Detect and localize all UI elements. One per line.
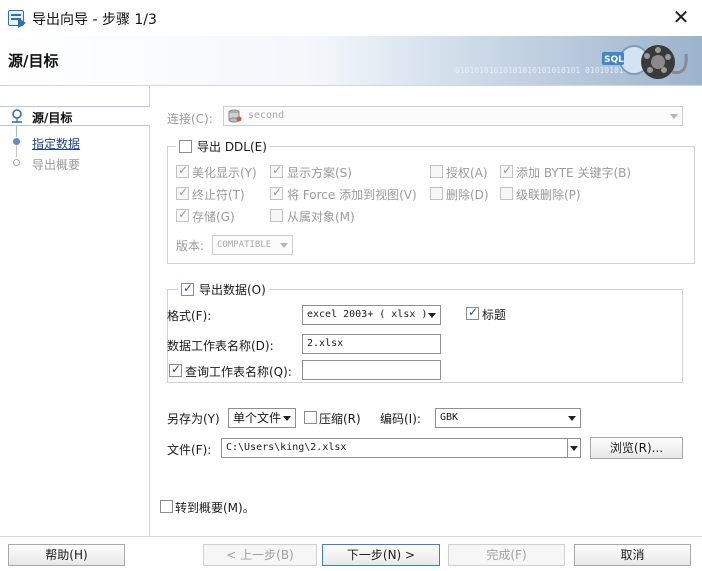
data-sheet-name-value: 2.xlsx [307, 338, 344, 349]
dropdown-arrow-icon [568, 416, 576, 421]
storage-label: 存储(G) [192, 210, 235, 224]
help-button[interactable]: 帮助(H) [8, 544, 125, 566]
nav-item-specify-data[interactable]: 指定数据 [32, 135, 80, 152]
save-as-label: 另存为(Y) [167, 412, 220, 426]
query-sheet-name-input[interactable] [302, 360, 441, 380]
export-ddl-label: 导出 DDL(E) [197, 140, 267, 154]
header-banner: 源/目标 01010101010101010101010101 01010101… [0, 36, 702, 86]
force-to-views-checkbox [270, 185, 283, 200]
terminator-label: 终止符(T) [192, 188, 245, 202]
step-dot-icon [13, 138, 20, 145]
export-data-checkbox[interactable] [181, 281, 194, 296]
finish-button[interactable]: 完成(F) [448, 544, 565, 566]
version-select: COMPATIBLE [212, 235, 293, 255]
goto-summary-label: 转到概要(M)。 [175, 501, 255, 515]
file-path-value: C:\Users\king\2.xlsx [226, 442, 347, 453]
nav-connector [16, 125, 17, 137]
query-sheet-name-label: 查询工作表名称(Q): [185, 365, 292, 379]
encoding-label: 编码(I): [380, 412, 421, 426]
file-history-dropdown[interactable] [567, 438, 581, 458]
version-value: COMPATIBLE [217, 240, 272, 250]
grants-label: 授权(A) [446, 166, 488, 180]
dropdown-arrow-icon [428, 313, 436, 318]
byte-keyword-label: 添加 BYTE 关键字(B) [516, 166, 632, 180]
cascade-drop-checkbox [500, 187, 513, 200]
title-bar: 导出向导 - 步骤 1/3 ✕ [0, 0, 702, 36]
export-wizard-icon [8, 10, 26, 28]
dropdown-arrow-icon [570, 446, 578, 451]
force-to-views-label: 将 Force 添加到视图(V) [287, 188, 417, 202]
sql-export-graphic-icon: SQL [602, 45, 688, 79]
footer-divider [0, 536, 702, 537]
encoding-select[interactable]: GBK [435, 408, 581, 428]
dropdown-arrow-icon [283, 416, 291, 421]
export-ddl-checkbox[interactable] [179, 140, 192, 153]
ddl-group-header: 导出 DDL(E) [176, 138, 270, 154]
compress-checkbox[interactable] [304, 411, 317, 424]
grants-checkbox [430, 165, 443, 178]
byte-keyword-checkbox [500, 163, 513, 178]
cancel-button[interactable]: 取消 [574, 544, 691, 566]
version-label: 版本: [176, 239, 205, 253]
wizard-steps-nav: 源/目标 指定数据 导出概要 [0, 86, 150, 536]
next-button[interactable]: 下一步(N) > [322, 544, 440, 566]
pretty-print-label: 美化显示(Y) [192, 166, 257, 180]
show-schema-checkbox [270, 163, 283, 178]
close-icon[interactable]: ✕ [668, 4, 694, 30]
file-path-input[interactable]: C:\Users\king\2.xlsx [221, 438, 568, 458]
export-data-label: 导出数据(O) [199, 283, 266, 297]
encoding-value: GBK [440, 412, 459, 423]
data-sheet-name-label: 数据工作表名称(D): [167, 339, 274, 353]
terminator-checkbox [176, 185, 189, 200]
dropdown-arrow-icon [280, 243, 288, 248]
sql-graphic-label: SQL [604, 55, 624, 65]
nav-item-source-target[interactable]: 源/目标 [32, 109, 72, 126]
save-as-select[interactable]: 单个文件 [228, 408, 296, 428]
file-label: 文件(F): [167, 443, 212, 457]
back-button[interactable]: < 上一步(B) [203, 544, 317, 566]
show-schema-label: 显示方案(S) [287, 166, 352, 180]
save-as-value: 单个文件 [233, 411, 282, 425]
header-checkbox[interactable] [466, 305, 479, 320]
data-sheet-name-input[interactable]: 2.xlsx [302, 334, 441, 354]
connection-value: second [248, 110, 285, 121]
dependent-objects-checkbox [270, 209, 283, 222]
dropdown-arrow-icon [670, 114, 678, 119]
compress-label: 压缩(R) [319, 412, 361, 426]
current-step-magnifier-icon [12, 109, 22, 123]
pretty-print-checkbox [176, 163, 189, 178]
drop-checkbox [430, 187, 443, 200]
connection-label: 连接(C): [167, 112, 213, 126]
query-sheet-name-checkbox[interactable] [169, 362, 182, 377]
window-title: 导出向导 - 步骤 1/3 [32, 12, 157, 28]
database-connection-icon [228, 109, 242, 123]
nav-connector [16, 145, 17, 157]
nav-item-export-summary: 导出概要 [32, 158, 81, 172]
browse-button[interactable]: 浏览(R)... [590, 437, 683, 459]
cascade-drop-label: 级联删除(P) [516, 188, 581, 202]
export-data-group-header: 导出数据(O) [178, 281, 269, 297]
header-label: 标题 [482, 308, 507, 322]
dependent-objects-label: 从属对象(M) [287, 210, 355, 224]
connection-select[interactable]: second [223, 106, 683, 126]
format-label: 格式(F): [167, 309, 212, 323]
page-title: 源/目标 [8, 52, 59, 70]
format-select[interactable]: excel 2003+ ( xlsx ) [302, 305, 441, 325]
storage-checkbox [176, 207, 189, 222]
format-value: excel 2003+ ( xlsx ) [307, 309, 428, 320]
step-dot-icon [13, 159, 20, 166]
drop-label: 删除(D) [446, 188, 489, 202]
goto-summary-checkbox[interactable] [160, 500, 173, 513]
